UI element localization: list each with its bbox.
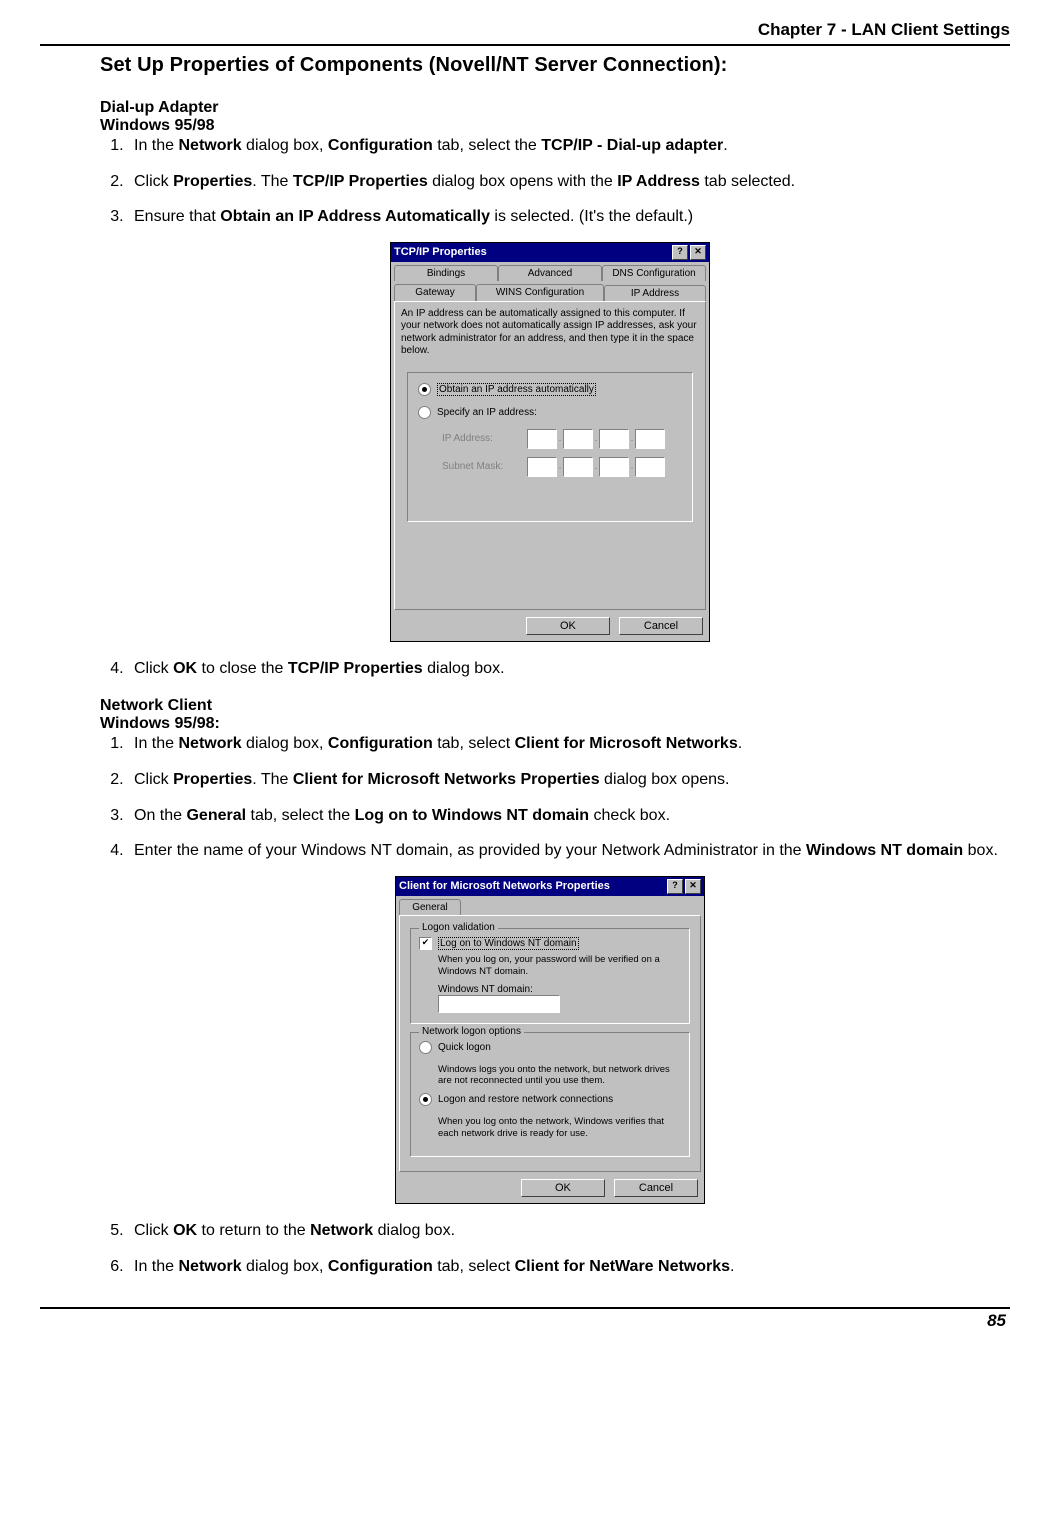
step-2: Click Properties. The TCP/IP Properties … [128, 171, 1000, 193]
step-4: Click OK to close the TCP/IP Properties … [128, 658, 1000, 680]
logon-nt-domain-checkbox[interactable]: ✔ Log on to Windows NT domain [419, 937, 681, 950]
ip-address-row: IP Address: ... [442, 429, 682, 449]
netclient-steps-cont: Click OK to return to the Network dialog… [100, 1220, 1000, 1277]
network-logon-options-group: Network logon options Quick logon Window… [410, 1032, 690, 1158]
help-text: An IP address can be automatically assig… [401, 308, 699, 358]
radio-label: Specify an IP address: [437, 407, 537, 418]
section-title: Set Up Properties of Components (Novell/… [100, 54, 1000, 77]
client-msnetworks-dialog: Client for Microsoft Networks Properties… [395, 876, 705, 1204]
subnet-mask-label: Subnet Mask: [442, 461, 527, 472]
help-icon[interactable]: ? [672, 245, 688, 260]
ip-address-label: IP Address: [442, 433, 527, 444]
tab-wins-configuration[interactable]: WINS Configuration [476, 284, 604, 301]
group-legend: Network logon options [419, 1026, 524, 1037]
tab-page: Logon validation ✔ Log on to Windows NT … [399, 915, 701, 1172]
radio-description: Windows logs you onto the network, but n… [438, 1064, 681, 1088]
help-icon[interactable]: ? [667, 879, 683, 894]
radio-label: Quick logon [438, 1042, 491, 1053]
radio-label: Logon and restore network connections [438, 1094, 613, 1105]
step-5: Click OK to return to the Network dialog… [128, 1220, 1000, 1242]
dialup-heading-1: Dial-up Adapter [100, 99, 1000, 117]
step-3: On the General tab, select the Log on to… [128, 805, 1000, 827]
radio-quick-logon[interactable]: Quick logon [419, 1041, 681, 1054]
netclient-heading-1: Network Client [100, 697, 1000, 715]
chapter-header: Chapter 7 - LAN Client Settings [40, 20, 1010, 44]
netclient-steps: In the Network dialog box, Configuration… [100, 733, 1000, 861]
dialog-title: Client for Microsoft Networks Properties [399, 880, 610, 892]
dialup-steps-cont: Click OK to close the TCP/IP Properties … [100, 658, 1000, 680]
domain-label: Windows NT domain: [438, 984, 681, 995]
footer-rule [40, 1307, 1010, 1309]
tab-ip-address[interactable]: IP Address [604, 285, 706, 302]
radio-icon [418, 406, 431, 419]
group-legend: Logon validation [419, 922, 498, 933]
nt-domain-input[interactable] [438, 995, 560, 1013]
tab-gateway[interactable]: Gateway [394, 284, 476, 301]
header-rule [40, 44, 1010, 46]
step-3: Ensure that Obtain an IP Address Automat… [128, 206, 1000, 228]
radio-icon [419, 1093, 432, 1106]
ok-button[interactable]: OK [526, 617, 610, 635]
close-icon[interactable]: ✕ [690, 245, 706, 260]
step-1: In the Network dialog box, Configuration… [128, 135, 1000, 157]
step-1: In the Network dialog box, Configuration… [128, 733, 1000, 755]
tab-dns-configuration[interactable]: DNS Configuration [602, 265, 706, 281]
tcpip-properties-dialog: TCP/IP Properties ? ✕ Bindings Advanced … [390, 242, 710, 642]
logon-validation-group: Logon validation ✔ Log on to Windows NT … [410, 928, 690, 1024]
netclient-heading-2: Windows 95/98: [100, 715, 1000, 733]
checkbox-description: When you log on, your password will be v… [438, 954, 681, 978]
radio-label: Obtain an IP address automatically [437, 383, 596, 396]
step-6: In the Network dialog box, Configuration… [128, 1256, 1000, 1278]
subnet-mask-row: Subnet Mask: ... [442, 457, 682, 477]
step-2: Click Properties. The Client for Microso… [128, 769, 1000, 791]
checkbox-label: Log on to Windows NT domain [438, 937, 579, 950]
tab-page: An IP address can be automatically assig… [394, 301, 706, 610]
radio-obtain-auto[interactable]: Obtain an IP address automatically [418, 383, 682, 396]
dialog-titlebar: TCP/IP Properties ? ✕ [391, 243, 709, 262]
radio-icon [418, 383, 431, 396]
close-icon[interactable]: ✕ [685, 879, 701, 894]
ok-button[interactable]: OK [521, 1179, 605, 1197]
checkbox-icon: ✔ [419, 937, 432, 950]
page-number: 85 [40, 1311, 1010, 1331]
ip-address-input[interactable]: ... [527, 429, 665, 449]
subnet-mask-input[interactable]: ... [527, 457, 665, 477]
dialog-title: TCP/IP Properties [394, 246, 487, 258]
tab-general[interactable]: General [399, 899, 461, 915]
radio-logon-restore[interactable]: Logon and restore network connections [419, 1093, 681, 1106]
tab-advanced[interactable]: Advanced [498, 265, 602, 281]
dialog-titlebar: Client for Microsoft Networks Properties… [396, 877, 704, 896]
radio-icon [419, 1041, 432, 1054]
ip-group: Obtain an IP address automatically Speci… [407, 372, 693, 522]
tab-bindings[interactable]: Bindings [394, 265, 498, 281]
step-4: Enter the name of your Windows NT domain… [128, 840, 1000, 862]
radio-specify-ip[interactable]: Specify an IP address: [418, 406, 682, 419]
radio-description: When you log onto the network, Windows v… [438, 1116, 681, 1140]
dialup-heading-2: Windows 95/98 [100, 117, 1000, 135]
cancel-button[interactable]: Cancel [614, 1179, 698, 1197]
cancel-button[interactable]: Cancel [619, 617, 703, 635]
dialup-steps: In the Network dialog box, Configuration… [100, 135, 1000, 228]
